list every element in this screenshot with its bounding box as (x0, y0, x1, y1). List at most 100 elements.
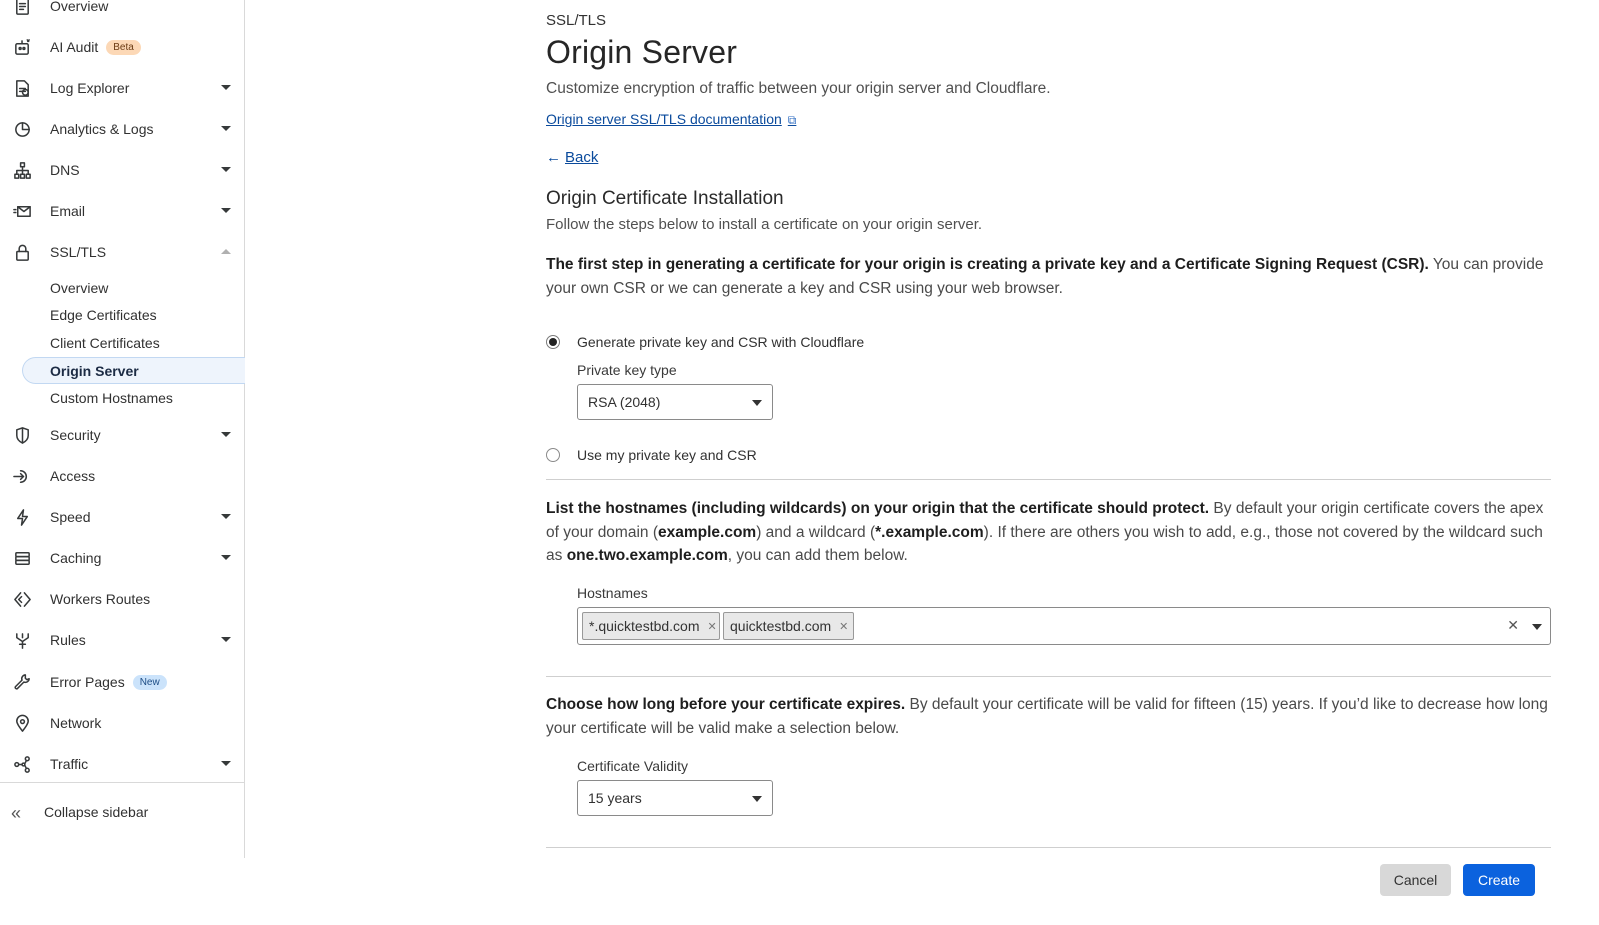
access-icon (13, 467, 32, 486)
sidebar-item-label: Workers Routes (50, 591, 151, 607)
private-key-type-value: RSA (2048) (588, 394, 661, 410)
chevron-down-icon[interactable] (221, 432, 231, 437)
remove-tag-icon[interactable]: ✕ (839, 620, 848, 633)
pie-chart-icon (13, 120, 32, 139)
radio-own-csr[interactable]: Use my private key and CSR (546, 447, 757, 463)
sidebar-item-error-pages[interactable]: Error Pages New (0, 664, 244, 700)
chevron-down-icon (752, 796, 762, 802)
lock-icon (13, 243, 32, 262)
sidebar-item-speed[interactable]: Speed (0, 499, 244, 535)
sidebar-item-ai-audit[interactable]: AI Audit Beta (0, 29, 244, 65)
sidebar-item-traffic[interactable]: Traffic (0, 746, 244, 782)
hostnames-bold-text: List the hostnames (including wildcards)… (546, 500, 1210, 517)
wildcard-domain-example: *.example.com (875, 523, 984, 541)
sidebar-item-label: Rules (50, 632, 86, 648)
robot-icon (13, 38, 32, 57)
back-link[interactable]: ← Back (546, 149, 598, 166)
sidebar-item-caching[interactable]: Caching (0, 540, 244, 576)
chevron-down-icon (752, 400, 762, 406)
sidebar-item-log-explorer[interactable]: Log Explorer (0, 70, 244, 106)
create-button[interactable]: Create (1463, 864, 1535, 896)
hostnames-text: , you can add them below. (727, 547, 908, 564)
chevron-down-icon[interactable] (221, 167, 231, 172)
chevron-down-icon[interactable] (221, 555, 231, 560)
hostnames-description: List the hostnames (including wildcards)… (546, 497, 1551, 568)
collapse-sidebar-label: Collapse sidebar (44, 804, 149, 820)
divider (546, 479, 1551, 480)
rules-icon (13, 631, 32, 650)
subdomain-example: one.two.example.com (566, 547, 728, 564)
arrow-left-icon: ← (546, 149, 561, 166)
sidebar-item-label: Network (50, 715, 102, 731)
hostnames-input[interactable]: *.quicktestbd.com ✕ quicktestbd.com ✕ ✕ (577, 607, 1551, 645)
sidebar-item-label: Error Pages (50, 673, 125, 690)
step1-description: The first step in generating a certifica… (546, 253, 1551, 300)
sidebar-item-network[interactable]: Network (0, 705, 244, 741)
sidebar-subitem-label: Client Certificates (50, 334, 160, 351)
radio-button-selected[interactable] (546, 335, 560, 349)
certificate-validity-select[interactable]: 15 years (577, 780, 773, 816)
sidebar-subitem-origin-server[interactable]: Origin Server (22, 357, 245, 384)
chevron-down-icon[interactable] (221, 514, 231, 519)
sidebar-item-rules[interactable]: Rules (0, 622, 244, 658)
sidebar-item-label: Overview (50, 0, 109, 14)
sidebar-item-label: AI Audit (50, 38, 99, 55)
step1-bold-text: The first step in generating a certifica… (546, 256, 1429, 273)
double-chevron-left-icon: « (11, 803, 22, 823)
lightning-icon (13, 508, 32, 527)
validity-bold-text: Choose how long before your certificate … (546, 696, 906, 713)
sidebar-item-workers-routes[interactable]: Workers Routes (0, 581, 244, 617)
sidebar-item-overview[interactable]: Overview (0, 0, 244, 24)
sidebar-item-label: Security (50, 427, 101, 443)
page-title: Origin Server (546, 34, 738, 70)
sidebar-subitem-label: Custom Hostnames (50, 389, 173, 406)
chevron-down-icon[interactable] (221, 761, 231, 766)
email-icon (13, 202, 32, 221)
section-description: Follow the steps below to install a cert… (546, 216, 983, 233)
sidebar: Overview AI Audit Beta Log Explorer Analy… (0, 0, 245, 858)
sidebar-item-label: Log Explorer (50, 80, 130, 96)
sidebar-subitem-custom-hostnames[interactable]: Custom Hostnames (22, 384, 244, 411)
remove-tag-icon[interactable]: ✕ (708, 620, 717, 633)
chevron-down-icon[interactable] (221, 126, 231, 131)
sidebar-item-access[interactable]: Access (0, 458, 244, 494)
traffic-icon (13, 755, 32, 774)
hostname-tag-label: quicktestbd.com (730, 618, 832, 634)
chevron-down-icon[interactable] (221, 208, 231, 213)
radio-button-unselected[interactable] (546, 448, 560, 462)
sidebar-item-label: SSL/TLS (50, 244, 107, 260)
divider (546, 847, 1551, 848)
sidebar-item-security[interactable]: Security (0, 417, 244, 453)
log-file-icon (13, 79, 32, 98)
radio-own-label: Use my private key and CSR (577, 447, 757, 463)
certificate-validity-label: Certificate Validity (577, 758, 689, 774)
sidebar-item-analytics-logs[interactable]: Analytics & Logs (0, 111, 244, 147)
wrench-icon (13, 673, 32, 692)
sidebar-item-ssl-tls[interactable]: SSL/TLS (0, 234, 244, 270)
documentation-link[interactable]: Origin server SSL/TLS documentation ⧉ (546, 111, 796, 128)
private-key-type-select[interactable]: RSA (2048) (577, 384, 773, 420)
chevron-down-icon[interactable] (1532, 624, 1542, 630)
sidebar-item-label: Caching (50, 550, 102, 566)
network-tree-icon (13, 161, 32, 180)
chevron-down-icon[interactable] (221, 637, 231, 642)
chevron-down-icon[interactable] (221, 85, 231, 90)
radio-generate-csr[interactable]: Generate private key and CSR with Cloudf… (546, 334, 864, 350)
sidebar-subitem-edge-certificates[interactable]: Edge Certificates (22, 301, 244, 328)
section-title: Origin Certificate Installation (546, 188, 784, 209)
hostname-tag: *.quicktestbd.com ✕ (582, 612, 720, 640)
breadcrumb[interactable]: SSL/TLS (546, 12, 606, 29)
sidebar-item-dns[interactable]: DNS (0, 152, 244, 188)
certificate-validity-value: 15 years (588, 790, 642, 806)
chevron-up-icon[interactable] (221, 249, 231, 254)
collapse-sidebar-button[interactable]: « Collapse sidebar (0, 782, 244, 843)
cancel-button[interactable]: Cancel (1380, 864, 1451, 896)
external-link-icon: ⧉ (787, 113, 797, 127)
divider (546, 676, 1551, 677)
clear-icon[interactable]: ✕ (1507, 617, 1519, 634)
sidebar-subitem-overview[interactable]: Overview (22, 274, 244, 301)
sidebar-item-email[interactable]: Email (0, 193, 244, 229)
sidebar-item-label: Analytics & Logs (50, 121, 154, 137)
location-pin-icon (13, 714, 32, 733)
sidebar-subitem-client-certificates[interactable]: Client Certificates (22, 329, 244, 356)
